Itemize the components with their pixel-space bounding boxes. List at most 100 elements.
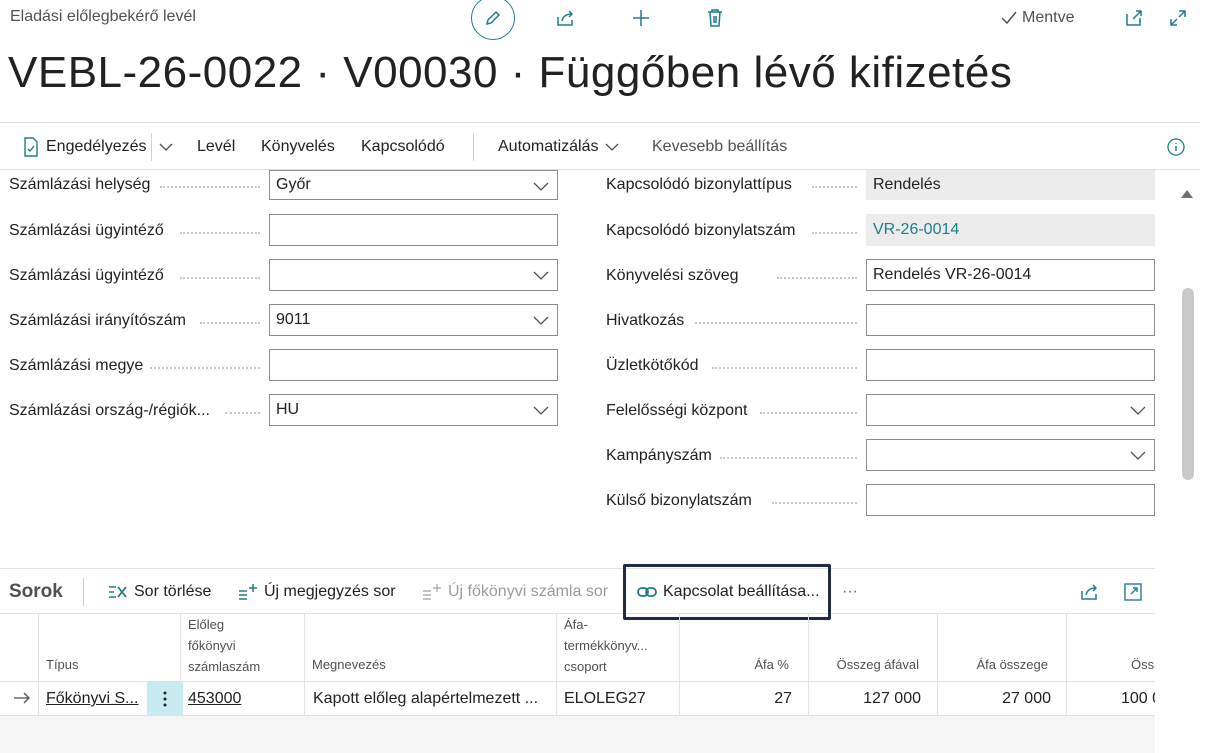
chevron-down-icon bbox=[533, 316, 549, 325]
approve-label: Engedélyezés bbox=[46, 137, 147, 155]
letter-label: Levél bbox=[197, 137, 236, 155]
share-button[interactable] bbox=[554, 6, 578, 30]
new-line-icon bbox=[239, 583, 257, 600]
field-value: Győr bbox=[276, 176, 311, 193]
letter-button[interactable]: Levél bbox=[197, 123, 235, 170]
field-label: Számlázási ország-/régiók... bbox=[9, 402, 210, 419]
new-line-icon bbox=[423, 583, 441, 600]
info-button[interactable] bbox=[1166, 123, 1186, 170]
field-value: VR-26-0014 bbox=[873, 221, 960, 238]
row-vat-group[interactable]: ELOLEG27 bbox=[564, 690, 646, 708]
grid-line bbox=[304, 614, 305, 715]
field-label: Könyvelési szöveg bbox=[606, 267, 739, 284]
check-icon bbox=[1001, 11, 1017, 25]
new-gl-line-button[interactable]: Új főkönyvi számla sor bbox=[422, 569, 608, 614]
billing-contact-dropdown[interactable] bbox=[269, 259, 558, 291]
approve-button[interactable]: Engedélyezés bbox=[22, 123, 147, 170]
dot-leader bbox=[180, 232, 260, 234]
field-label: Üzletkötőkód bbox=[606, 357, 699, 374]
plus-icon bbox=[633, 10, 649, 26]
billing-county-input[interactable] bbox=[269, 349, 558, 381]
delete-row-button[interactable]: Sor törlése bbox=[108, 569, 211, 614]
row-type-link[interactable]: Főkönyvi S... bbox=[46, 690, 138, 708]
automate-button[interactable]: Automatizálás bbox=[498, 123, 619, 170]
reference-input[interactable] bbox=[866, 304, 1155, 336]
posting-description-input[interactable]: Rendelés VR-26-0014 bbox=[866, 259, 1155, 291]
column-header-type[interactable]: Típus bbox=[46, 654, 79, 675]
expand-icon bbox=[1170, 10, 1186, 26]
dot-leader bbox=[720, 457, 857, 459]
related-button[interactable]: Kapcsolódó bbox=[361, 123, 445, 170]
dot-leader bbox=[772, 502, 857, 504]
field-value: Rendelés bbox=[873, 176, 941, 193]
posting-label: Könyvelés bbox=[261, 137, 335, 155]
lines-expand-button[interactable] bbox=[1123, 569, 1143, 614]
dot-leader bbox=[760, 412, 857, 414]
posting-button[interactable]: Könyvelés bbox=[261, 123, 335, 170]
row-menu-button[interactable] bbox=[147, 682, 183, 715]
billing-form: Számlázási helység Győr Számlázási ügyin… bbox=[0, 170, 1175, 560]
field-label: Külső bizonylatszám bbox=[606, 492, 752, 509]
related-doc-type-field: Rendelés bbox=[866, 170, 1155, 200]
saved-label: Mentve bbox=[1022, 9, 1075, 26]
field-label: Kapcsolódó bizonylattípus bbox=[606, 176, 792, 193]
column-header-amount-incl[interactable]: Összeg áfával bbox=[810, 654, 919, 675]
billing-contact-input[interactable] bbox=[269, 214, 558, 246]
dot-leader bbox=[180, 277, 260, 279]
form-scrollbar[interactable] bbox=[1175, 170, 1197, 560]
column-header-vat-pct[interactable]: Áfa % bbox=[700, 654, 789, 675]
responsibility-center-dropdown[interactable] bbox=[866, 394, 1155, 426]
fewer-options-button[interactable]: Kevesebb beállítás bbox=[652, 123, 787, 170]
column-header-amount[interactable]: Öss bbox=[1131, 654, 1154, 675]
lines-share-button[interactable] bbox=[1079, 569, 1101, 614]
breadcrumb[interactable]: Eladási előlegbekérő levél bbox=[10, 8, 196, 26]
scroll-thumb[interactable] bbox=[1182, 288, 1194, 480]
related-label: Kapcsolódó bbox=[361, 137, 445, 155]
billing-postcode-dropdown[interactable]: 9011 bbox=[269, 304, 558, 336]
lines-title[interactable]: Sorok bbox=[9, 581, 63, 603]
open-new-window-button[interactable] bbox=[1122, 6, 1146, 30]
field-label: Számlázási helység bbox=[9, 176, 151, 193]
grid-line bbox=[556, 614, 557, 715]
column-header-vat-amount[interactable]: Áfa összege bbox=[940, 654, 1048, 675]
header-line: csoport bbox=[564, 659, 607, 674]
column-header-description[interactable]: Megnevezés bbox=[312, 654, 386, 675]
dot-leader bbox=[200, 322, 260, 324]
billing-country-dropdown[interactable]: HU bbox=[269, 394, 558, 426]
header-line: számlaszám bbox=[188, 659, 261, 674]
dot-leader bbox=[160, 186, 260, 188]
new-comment-line-label: Új megjegyzés sor bbox=[264, 582, 396, 600]
dot-leader bbox=[777, 277, 857, 279]
row-description[interactable]: Kapott előleg alapértelmezett ... bbox=[313, 690, 538, 708]
scroll-up-icon[interactable] bbox=[1181, 190, 1193, 198]
field-label: Felelősségi központ bbox=[606, 402, 748, 419]
empty-row[interactable] bbox=[0, 716, 1155, 753]
saved-status: Mentve bbox=[1000, 9, 1074, 27]
new-button[interactable] bbox=[629, 6, 653, 30]
header-line: Előleg bbox=[188, 617, 225, 632]
salesperson-code-input[interactable] bbox=[866, 349, 1155, 381]
approve-dropdown-button[interactable] bbox=[159, 123, 173, 170]
related-doc-number-link[interactable]: VR-26-0014 bbox=[866, 214, 1155, 246]
chevron-down-icon bbox=[533, 271, 549, 280]
billing-city-dropdown[interactable]: Győr bbox=[269, 170, 558, 200]
edit-button[interactable] bbox=[471, 0, 515, 40]
external-doc-number-input[interactable] bbox=[866, 484, 1155, 516]
row-vat-pct[interactable]: 27 bbox=[700, 690, 792, 708]
column-header-vat-group[interactable]: Áfa- termékkönyv... csoport bbox=[564, 614, 648, 677]
grid-line bbox=[808, 614, 809, 715]
new-comment-line-button[interactable]: Új megjegyzés sor bbox=[238, 569, 396, 614]
grid-line bbox=[1066, 614, 1067, 715]
delete-row-icon bbox=[109, 585, 127, 598]
campaign-number-dropdown[interactable] bbox=[866, 439, 1155, 471]
dot-leader bbox=[812, 232, 857, 234]
column-header-account[interactable]: Előleg főkönyvi számlaszám bbox=[188, 614, 260, 677]
more-options-button[interactable]: ··· bbox=[842, 569, 858, 614]
row-amount[interactable]: 100 0 bbox=[1121, 690, 1155, 708]
row-account-link[interactable]: 453000 bbox=[188, 690, 241, 708]
delete-button[interactable] bbox=[703, 6, 727, 30]
row-vat-amount[interactable]: 27 000 bbox=[940, 690, 1051, 708]
row-amount-incl[interactable]: 127 000 bbox=[810, 690, 921, 708]
chevron-down-icon bbox=[1130, 406, 1146, 415]
expand-button[interactable] bbox=[1166, 6, 1190, 30]
